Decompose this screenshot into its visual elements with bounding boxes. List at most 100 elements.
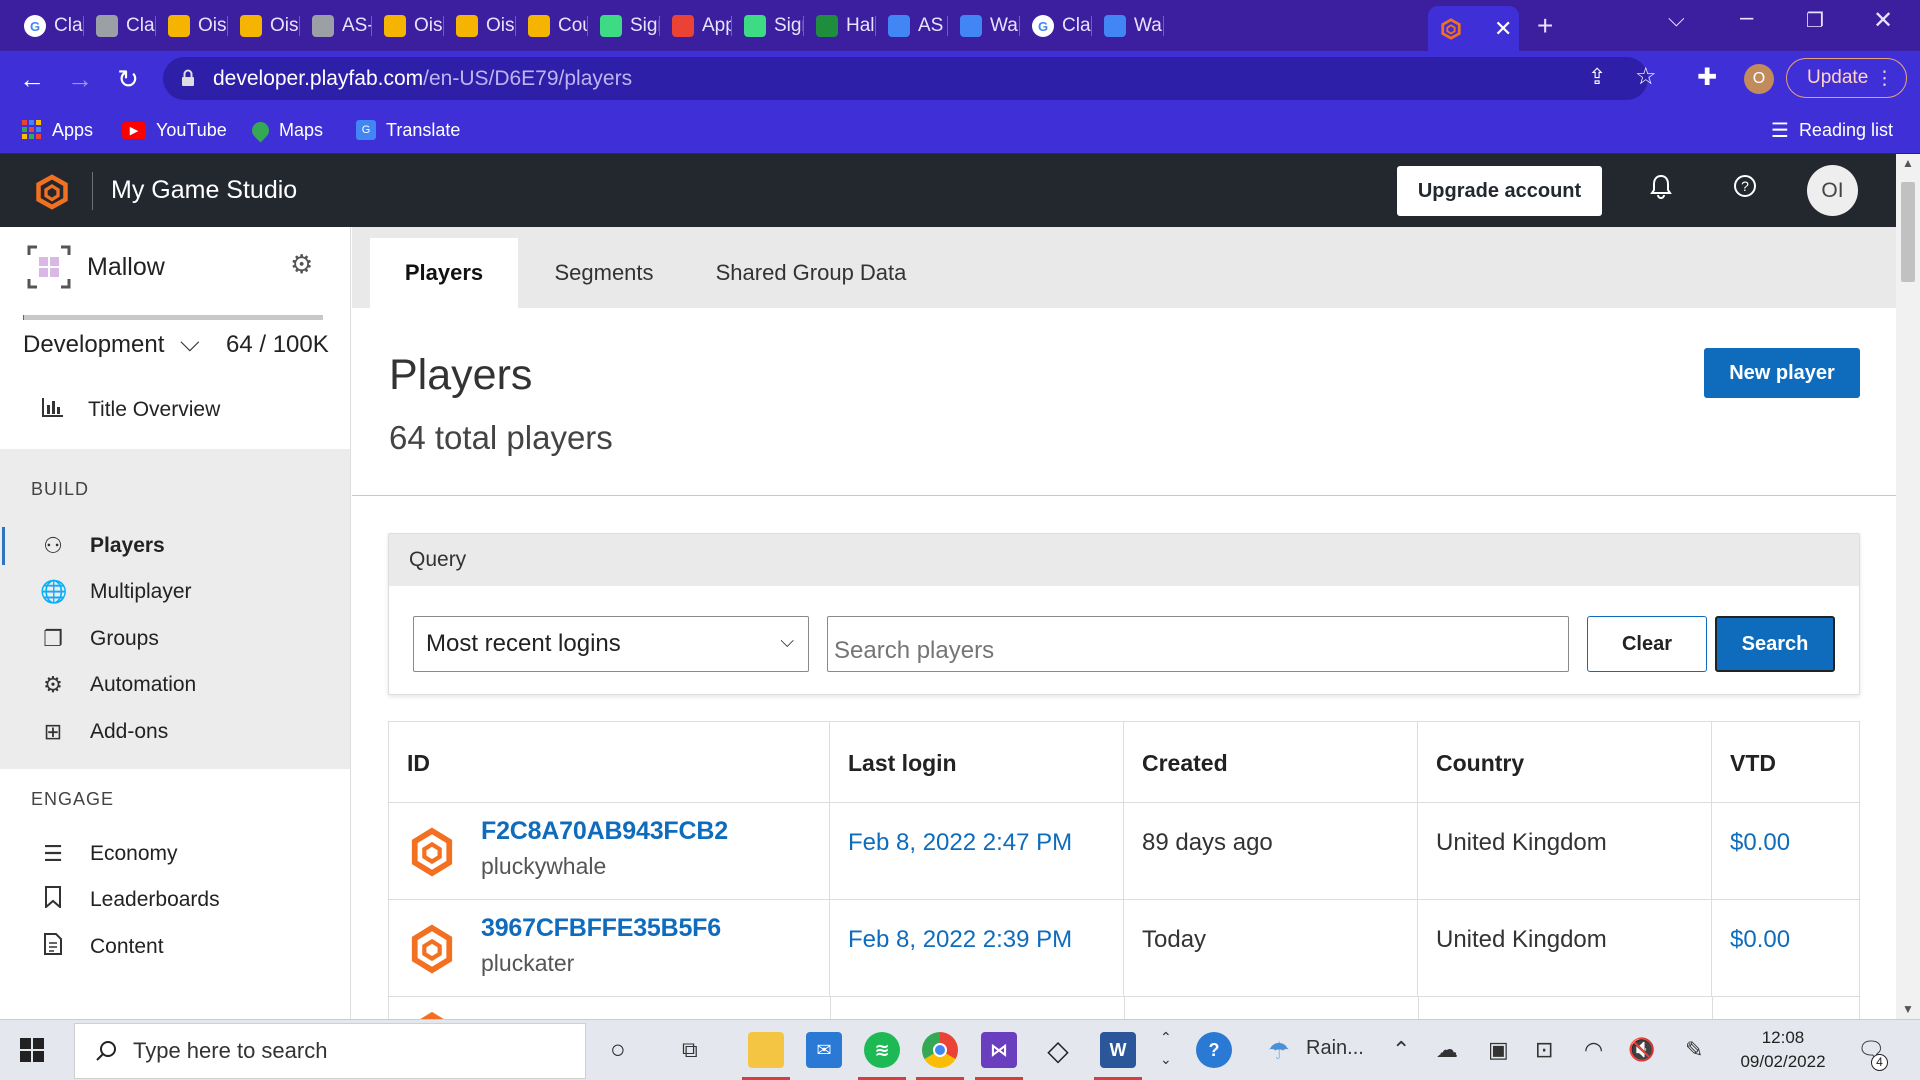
search-players-input[interactable] [827, 616, 1569, 672]
active-tab[interactable]: ✕ [1428, 6, 1519, 51]
extensions-icon[interactable]: ✚ [1697, 63, 1717, 92]
tab-search-chevron-icon[interactable]: ⌵ [1668, 6, 1685, 32]
update-button[interactable]: Update ⋮ [1786, 58, 1907, 98]
tab-segments[interactable]: Segments [532, 238, 676, 308]
camera-icon[interactable]: ▣ [1488, 1037, 1509, 1063]
show-hidden-icons-chevron-icon[interactable]: ⌃ [1392, 1037, 1410, 1063]
mail-icon[interactable]: ✉ [806, 1032, 842, 1068]
task-view-icon[interactable]: ⧉ [682, 1037, 698, 1063]
weather-text[interactable]: Rain... [1306, 1037, 1364, 1060]
scroll-down-icon[interactable]: ▼ [1902, 1002, 1914, 1016]
studio-name[interactable]: My Game Studio [111, 176, 297, 205]
address-bar[interactable]: developer.playfab.com/en-US/D6E79/player… [163, 57, 1657, 100]
column-header-id[interactable]: ID [389, 722, 830, 802]
scroll-taskbar-icon[interactable]: ⌃ ⌄ [1160, 1026, 1172, 1070]
share-icon[interactable]: ⇪ [1588, 64, 1606, 90]
back-button[interactable]: ← [14, 61, 50, 97]
bookmark-maps[interactable]: Maps [248, 115, 323, 145]
help-app-icon[interactable]: ? [1196, 1032, 1232, 1068]
minimize-window-button[interactable]: – [1740, 4, 1753, 32]
environment-name[interactable]: Development [23, 331, 164, 359]
sidebar-item-content[interactable]: Content [0, 924, 350, 970]
visual-studio-icon[interactable]: ⋈ [981, 1032, 1017, 1068]
vtd-link[interactable]: $0.00 [1712, 900, 1859, 997]
sidebar-item-automation[interactable]: ⚙ Automation [0, 662, 350, 708]
table-row[interactable]: 3967CFBFFE35B5F6 pluckater Feb 8, 2022 2… [389, 899, 1859, 997]
sidebar-item-addons[interactable]: ⊞ Add-ons [0, 709, 350, 755]
profile-avatar[interactable]: O [1744, 64, 1774, 94]
vtd-link[interactable]: $0.00 [1712, 803, 1859, 900]
scroll-up-icon[interactable]: ▲ [1902, 156, 1914, 170]
browser-tab[interactable]: Sign [732, 8, 804, 44]
playfab-logo-icon[interactable] [34, 174, 70, 210]
cortana-icon[interactable]: ○ [610, 1034, 626, 1065]
browser-tab[interactable]: Oisi [444, 8, 516, 44]
pen-icon[interactable]: ✎ [1685, 1037, 1703, 1063]
upgrade-account-button[interactable]: Upgrade account [1397, 166, 1602, 216]
cloud-icon[interactable]: ☁ [1436, 1037, 1458, 1063]
last-login-link[interactable]: Feb 8, 2022 2:39 PM [830, 900, 1124, 997]
table-row[interactable]: F2C8A70AB943FCB2 pluckywhale Feb 8, 2022… [389, 802, 1859, 900]
browser-tab[interactable]: Wa [948, 8, 1020, 44]
bookmark-apps[interactable]: Apps [22, 115, 93, 145]
browser-tab[interactable]: Wa [1092, 8, 1164, 44]
browser-tab[interactable]: Oisi [156, 8, 228, 44]
search-button[interactable]: Search [1715, 616, 1835, 672]
column-header-created[interactable]: Created [1124, 722, 1418, 802]
wifi-icon[interactable]: ◠ [1584, 1037, 1603, 1063]
reading-list[interactable]: ☰ Reading list [1771, 115, 1893, 145]
browser-tab[interactable]: Oisi [372, 8, 444, 44]
table-row[interactable] [389, 996, 1859, 1019]
clock[interactable]: 12:08 09/02/2022 [1733, 1026, 1833, 1074]
new-player-button[interactable]: New player [1704, 348, 1860, 398]
close-tab-icon[interactable]: ✕ [1494, 16, 1512, 42]
column-header-last-login[interactable]: Last login [830, 722, 1124, 802]
more-menu-icon[interactable]: ⋮ [1875, 67, 1894, 90]
last-login-link[interactable]: Feb 8, 2022 2:47 PM [830, 803, 1124, 900]
file-explorer-icon[interactable] [748, 1032, 784, 1068]
user-avatar[interactable]: OI [1807, 165, 1858, 216]
bookmark-translate[interactable]: G Translate [356, 115, 460, 145]
browser-tab[interactable]: App [660, 8, 732, 44]
browser-tab[interactable]: Cou [516, 8, 588, 44]
sidebar-item-players[interactable]: ⚇ Players [0, 523, 350, 569]
title-name[interactable]: Mallow [87, 253, 165, 282]
sidebar-item-groups[interactable]: ❐ Groups [0, 616, 350, 662]
taskbar-search[interactable]: Type here to search [74, 1023, 586, 1079]
browser-tab[interactable]: G Cla [12, 8, 84, 44]
column-header-country[interactable]: Country [1418, 722, 1712, 802]
browser-tab[interactable]: AS ( [876, 8, 948, 44]
tab-players[interactable]: Players [370, 238, 518, 308]
page-scrollbar[interactable]: ▲ ▼ [1896, 154, 1920, 1019]
bookmark-youtube[interactable]: ▶ YouTube [122, 115, 227, 145]
screen-record-icon[interactable]: ⊡ [1535, 1037, 1553, 1063]
mute-icon[interactable]: 🔇 [1628, 1037, 1655, 1063]
close-window-button[interactable]: ✕ [1873, 6, 1893, 35]
unity-icon[interactable]: ◇ [1040, 1032, 1076, 1068]
new-tab-button[interactable]: + [1537, 10, 1553, 42]
sidebar-item-title-overview[interactable]: Title Overview [0, 387, 350, 433]
browser-tab[interactable]: Cla [84, 8, 156, 44]
word-icon[interactable]: W [1100, 1032, 1136, 1068]
windows-start-icon[interactable] [20, 1038, 44, 1062]
column-header-vtd[interactable]: VTD [1712, 722, 1859, 802]
browser-tab[interactable]: AS- [300, 8, 372, 44]
browser-tab[interactable]: Sign [588, 8, 660, 44]
chevron-down-icon[interactable]: ⌵ [180, 327, 200, 359]
browser-tab[interactable]: Hal [804, 8, 876, 44]
sidebar-item-multiplayer[interactable]: 🌐 Multiplayer [0, 569, 350, 615]
sidebar-item-leaderboards[interactable]: Leaderboards [0, 877, 350, 923]
browser-tab[interactable]: G Cla [1020, 8, 1092, 44]
bell-icon[interactable] [1650, 174, 1672, 207]
spotify-icon[interactable]: ≋ [864, 1032, 900, 1068]
query-select[interactable]: Most recent logins ⌵ [413, 616, 809, 672]
bookmark-star-icon[interactable]: ☆ [1635, 62, 1657, 91]
sidebar-item-economy[interactable]: ☰ Economy [0, 831, 350, 877]
help-icon[interactable]: ? [1733, 174, 1757, 205]
chrome-icon[interactable] [922, 1032, 958, 1068]
tab-shared-group-data[interactable]: Shared Group Data [704, 238, 918, 308]
player-id-link[interactable]: 3967CFBFFE35B5F6 [481, 914, 721, 943]
gear-icon[interactable]: ⚙ [290, 249, 313, 280]
reload-button[interactable]: ↻ [110, 61, 146, 97]
player-id-link[interactable]: F2C8A70AB943FCB2 [481, 817, 728, 846]
